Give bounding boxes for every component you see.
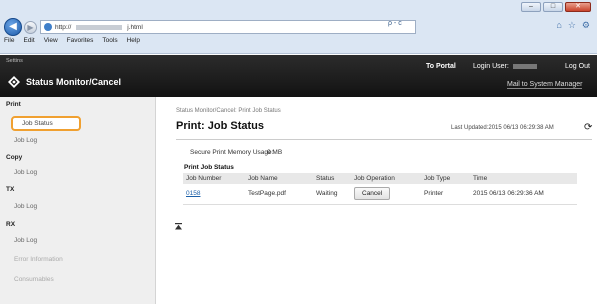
breadcrumb: Status Monitor/Cancel: Print Job Status [176, 108, 281, 114]
refresh-icon[interactable]: ⟳ [584, 122, 592, 133]
address-prefix: http:// [55, 23, 72, 31]
cell-time: 2015 06/13 06:29:36 AM [470, 184, 577, 205]
printer-logo-icon [8, 76, 20, 88]
login-user-redacted [512, 63, 537, 69]
address-suffix: j.html [127, 23, 143, 31]
mail-system-manager-link[interactable]: Mail to System Manager [507, 81, 583, 89]
top-of-page-icon[interactable] [175, 223, 182, 232]
address-bar[interactable]: http:// j.html [40, 20, 416, 34]
cell-job-name: TestPage.pdf [245, 184, 313, 205]
close-icon[interactable]: ✕ [565, 2, 591, 12]
sidebar-item-consumables[interactable]: Consumables [14, 276, 54, 283]
menu-edit[interactable]: Edit [23, 37, 34, 49]
browser-chrome: – □ ✕ ◀ ▶ http:// j.html ρ - c ⌂ ☆ ⚙ Fil… [0, 0, 597, 54]
cell-job-number: 0158 [183, 184, 245, 205]
sidebar-item-copy-job-log[interactable]: Job Log [14, 169, 37, 176]
secure-memory-label: Secure Print Memory Usage: [190, 149, 274, 156]
page-title: Print: Job Status [176, 120, 265, 132]
last-updated-text: Last Updated:2015 06/13 06:29:38 AM [451, 125, 554, 131]
sidebar-item-print-job-log[interactable]: Job Log [14, 137, 37, 144]
sidebar-section-print: Print [6, 101, 21, 108]
table-header-row: Job Number Job Name Status Job Operation… [183, 173, 577, 184]
header-small-text: Settins [6, 58, 23, 64]
log-out-link[interactable]: Log Out [565, 63, 590, 70]
login-user-label: Login User: [473, 63, 509, 70]
divider [176, 139, 592, 140]
secure-memory-value: 0 MB [267, 149, 283, 156]
browser-icons: ⌂ ☆ ⚙ [556, 20, 590, 31]
favorites-star-icon[interactable]: ☆ [568, 20, 576, 31]
maximize-icon[interactable]: □ [543, 2, 563, 12]
address-tools[interactable]: ρ - c [388, 20, 402, 27]
print-job-status-heading: Print Job Status [184, 164, 234, 171]
main-content: Status Monitor/Cancel: Print Job Status … [165, 97, 597, 304]
col-job-name: Job Name [245, 173, 313, 184]
col-job-type: Job Type [421, 173, 470, 184]
home-icon[interactable]: ⌂ [556, 20, 561, 31]
cell-status: Waiting [313, 184, 351, 205]
sidebar-item-job-status[interactable]: Job Status [11, 116, 81, 131]
top-arrow-svg [175, 223, 182, 230]
cancel-button[interactable]: Cancel [354, 187, 391, 201]
menu-help[interactable]: Help [127, 37, 140, 49]
table-row: 0158 TestPage.pdf Waiting Cancel Printer… [183, 184, 577, 205]
sidebar-section-copy: Copy [6, 154, 23, 161]
cell-operation: Cancel [351, 184, 421, 205]
forward-arrow-icon[interactable]: ▶ [24, 21, 37, 34]
job-number-link[interactable]: 0158 [186, 190, 200, 197]
menu-file[interactable]: File [4, 37, 14, 49]
sidebar-item-rx-job-log[interactable]: Job Log [14, 237, 37, 244]
sidebar-section-tx: TX [6, 186, 15, 193]
menu-bar: File Edit View Favorites Tools Help [4, 37, 140, 49]
page-header: Settins Status Monitor/Cancel To Portal … [0, 55, 597, 97]
page-header-title: Status Monitor/Cancel [26, 77, 122, 87]
back-arrow-icon[interactable]: ◀ [4, 18, 22, 36]
to-portal-link[interactable]: To Portal [426, 63, 456, 70]
job-status-table: Job Number Job Name Status Job Operation… [183, 173, 577, 205]
menu-view[interactable]: View [44, 37, 58, 49]
sidebar-item-tx-job-log[interactable]: Job Log [14, 203, 37, 210]
sidebar-item-error-information[interactable]: Error Information [14, 256, 63, 263]
minimize-icon[interactable]: – [521, 2, 541, 12]
window-controls: – □ ✕ [521, 2, 591, 12]
menu-favorites[interactable]: Favorites [67, 37, 94, 49]
login-user: Login User: [473, 63, 541, 70]
col-job-number: Job Number [183, 173, 245, 184]
col-job-operation: Job Operation [351, 173, 421, 184]
sidebar-section-rx: RX [6, 221, 16, 228]
navigation-row: ◀ ▶ http:// j.html ρ - c ⌂ ☆ ⚙ [4, 18, 594, 36]
page-icon [44, 23, 52, 31]
col-time: Time [470, 173, 577, 184]
settings-gear-icon[interactable]: ⚙ [582, 20, 590, 31]
col-status: Status [313, 173, 351, 184]
cell-job-type: Printer [421, 184, 470, 205]
menu-tools[interactable]: Tools [102, 37, 117, 49]
address-redacted [76, 24, 123, 30]
